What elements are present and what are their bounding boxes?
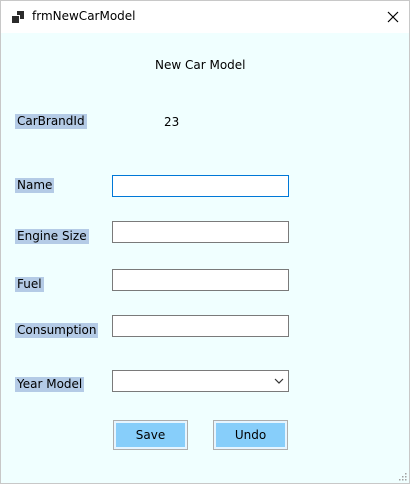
name-label: Name <box>15 178 55 193</box>
consumption-label: Consumption <box>15 323 99 338</box>
title-bar[interactable]: frmNewCarModel <box>1 1 409 33</box>
year-model-label: Year Model <box>15 377 85 392</box>
window-title: frmNewCarModel <box>32 9 136 23</box>
engine-size-input[interactable] <box>112 221 289 243</box>
undo-button[interactable]: Undo <box>213 420 288 450</box>
resize-grip-icon[interactable] <box>397 471 407 481</box>
fuel-label: Fuel <box>15 277 44 292</box>
save-button[interactable]: Save <box>113 420 188 450</box>
close-icon <box>387 11 399 23</box>
name-input[interactable] <box>112 175 289 197</box>
app-window: frmNewCarModel New Car Model CarBrandId … <box>0 0 410 484</box>
form-title: New Car Model <box>155 58 246 72</box>
engine-size-label: Engine Size <box>15 229 89 244</box>
car-brand-id-label: CarBrandId <box>15 114 87 129</box>
app-window-icon <box>12 11 24 23</box>
car-brand-id-value: 23 <box>164 115 180 129</box>
year-model-select[interactable] <box>112 370 289 392</box>
fuel-input[interactable] <box>112 269 289 291</box>
close-button[interactable] <box>377 1 409 33</box>
consumption-input[interactable] <box>112 315 289 337</box>
chevron-down-icon <box>274 378 284 384</box>
